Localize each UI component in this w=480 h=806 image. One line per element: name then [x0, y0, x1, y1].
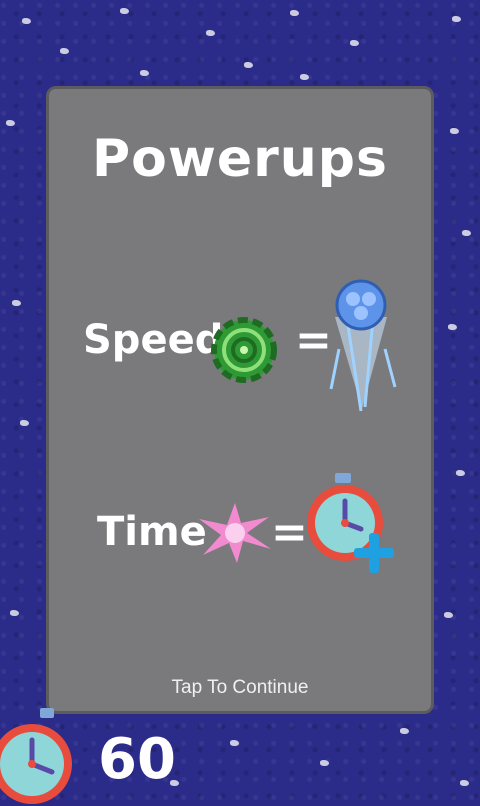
green-swirl-orb-icon [211, 317, 277, 383]
dialog-title: Powerups [92, 129, 388, 189]
stopwatch-icon [0, 708, 72, 804]
clock-plus-icon [307, 473, 394, 573]
time-powerup-row: Time = [49, 473, 431, 617]
blue-comet-icon [329, 279, 397, 412]
tap-to-continue-prompt[interactable]: Tap To Continue [49, 677, 431, 699]
time-label: Time [97, 509, 207, 555]
pink-splat-icon [199, 503, 271, 563]
time-equals: = [271, 507, 308, 558]
powerups-dialog[interactable]: Powerups Speed = Time = Tap To Continue [46, 86, 434, 714]
timer-countdown: 60 [98, 727, 176, 792]
speed-label: Speed [83, 317, 224, 363]
speed-powerup-row: Speed = [49, 279, 431, 412]
